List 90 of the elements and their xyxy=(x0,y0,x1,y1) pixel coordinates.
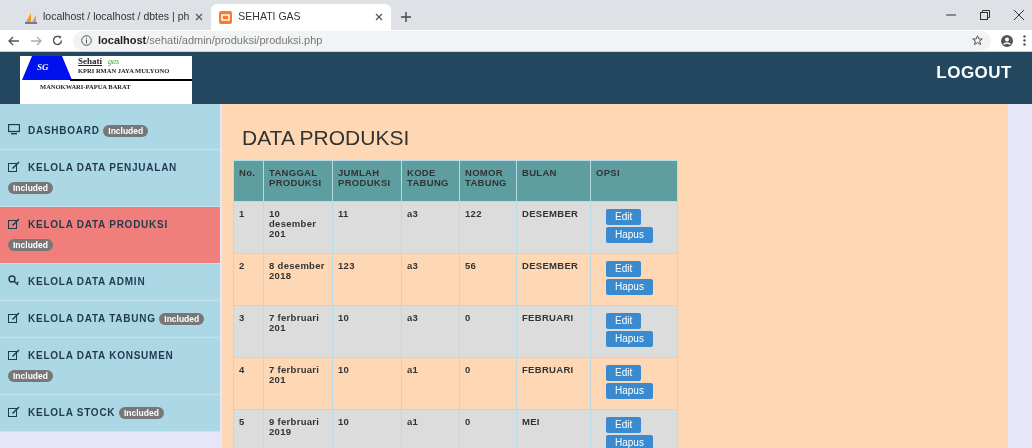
table-cell: FEBRUARI xyxy=(516,357,591,409)
browser-tab[interactable]: SEHATI GAS xyxy=(211,4,392,30)
table-cell: 56 xyxy=(459,253,517,305)
column-header: OPSI xyxy=(590,160,678,201)
table-cell: 7 ferbruari 201 xyxy=(263,305,333,357)
star-icon[interactable] xyxy=(972,35,983,46)
edit-button[interactable]: Edit xyxy=(606,312,642,329)
restore-icon[interactable] xyxy=(980,10,990,20)
tab-title: SEHATI GAS xyxy=(238,9,302,25)
monitor-icon xyxy=(8,124,20,135)
sidebar-item[interactable]: KELOLA DATA PRODUKSI Included xyxy=(0,207,220,264)
close-icon[interactable] xyxy=(1014,10,1024,20)
tab-title: localhost / localhost / dbtes | ph xyxy=(43,9,190,25)
square-logo-icon xyxy=(219,10,233,24)
edit-icon xyxy=(8,406,20,417)
trapezoid-shape xyxy=(22,56,72,80)
table-cell: 11 xyxy=(332,201,402,253)
column-header: JUMLAH PRODUKSI xyxy=(332,160,402,201)
delete-button[interactable]: Hapus xyxy=(606,226,653,243)
sidebar-item[interactable]: KELOLA STOCK Included xyxy=(0,395,220,432)
table-cell: a1 xyxy=(401,409,460,448)
table-cell: 123 xyxy=(332,253,402,305)
edit-button[interactable]: Edit xyxy=(606,364,642,381)
new-tab-icon[interactable] xyxy=(401,12,412,22)
table-cell: 10 xyxy=(332,409,402,448)
table-cell: MEI xyxy=(516,409,591,448)
table-cell: 10 desember 201 xyxy=(263,201,333,253)
info-icon xyxy=(81,35,92,46)
delete-button[interactable]: Hapus xyxy=(606,382,653,399)
address-bar[interactable]: localhost/sehati/admin/produksi/produksi.php xyxy=(73,30,991,51)
logo-name: Sehati xyxy=(78,56,102,66)
status-badge: Included xyxy=(8,182,53,194)
table-cell: DESEMBER xyxy=(516,201,591,253)
edit-button[interactable]: Edit xyxy=(606,208,642,225)
logo-tagline: gas xyxy=(108,57,120,66)
key-icon xyxy=(8,275,20,286)
delete-button[interactable]: Hapus xyxy=(606,434,653,448)
status-badge: Included xyxy=(8,239,53,251)
account-icon[interactable] xyxy=(1001,34,1013,47)
logo-mark: SG xyxy=(37,62,49,72)
column-header: TANGGAL PRODUKSI xyxy=(263,160,333,201)
edit-icon xyxy=(8,312,20,323)
table-cell: 122 xyxy=(459,201,517,253)
logout-link[interactable]: LOGOUT xyxy=(936,60,1012,86)
back-icon[interactable] xyxy=(8,35,20,46)
table-cell: 9 ferbruari 2019 xyxy=(263,409,333,448)
table-cell: 7 ferbruari 201 xyxy=(263,357,333,409)
delete-button[interactable]: Hapus xyxy=(606,330,653,347)
menu-icon[interactable] xyxy=(1023,35,1026,46)
table-cell: FEBRUARI xyxy=(516,305,591,357)
table-cell: 10 xyxy=(332,357,402,409)
column-header: BULAN xyxy=(516,160,591,201)
table-cell: 4 xyxy=(233,357,264,409)
table-cell: a3 xyxy=(401,201,460,253)
table-cell: 8 desember 2018 xyxy=(263,253,333,305)
status-badge: Included xyxy=(8,370,53,382)
page-title: DATA PRODUKSI xyxy=(242,125,411,151)
delete-button[interactable]: Hapus xyxy=(606,278,653,295)
sidebar-item[interactable]: KELOLA DATA TABUNG Included xyxy=(0,301,220,338)
edit-icon xyxy=(8,161,20,172)
table-cell: a3 xyxy=(401,305,460,357)
sidebar-item[interactable]: KELOLA DATA KONSUMEN Included xyxy=(0,338,220,395)
table-cell: 0 xyxy=(459,357,517,409)
table-cell: 5 xyxy=(233,409,264,448)
status-badge: Included xyxy=(103,125,149,137)
sidebar-item[interactable]: KELOLA DATA ADMIN xyxy=(0,264,220,301)
table-cell: 0 xyxy=(459,305,517,357)
browser-tab[interactable]: localhost / localhost / dbtes | ph xyxy=(16,4,212,30)
edit-button[interactable]: Edit xyxy=(606,416,642,433)
table-cell: 0 xyxy=(459,409,517,448)
close-icon[interactable] xyxy=(375,13,384,21)
table-cell: a3 xyxy=(401,253,460,305)
edit-button[interactable]: Edit xyxy=(606,260,642,277)
table-cell: 2 xyxy=(233,253,264,305)
column-header: NOMOR TABUNG xyxy=(459,160,517,201)
edit-icon xyxy=(8,349,20,360)
table-cell: 1 xyxy=(233,201,264,253)
table-cell: DESEMBER xyxy=(516,253,591,305)
sidebar-item[interactable]: DASHBOARD Included xyxy=(0,104,220,150)
table-cell: 3 xyxy=(233,305,264,357)
status-badge: Included xyxy=(159,313,205,325)
reload-icon[interactable] xyxy=(52,35,63,46)
edit-icon xyxy=(8,218,20,229)
table-cell: a1 xyxy=(401,357,460,409)
status-badge: Included xyxy=(118,407,164,419)
url-text: localhost/sehati/admin/produksi/produksi.php xyxy=(98,33,323,49)
table-cell: 10 xyxy=(332,305,402,357)
column-header: No. xyxy=(233,160,264,201)
close-icon[interactable] xyxy=(195,13,204,21)
column-header: KODE TABUNG xyxy=(401,160,460,201)
